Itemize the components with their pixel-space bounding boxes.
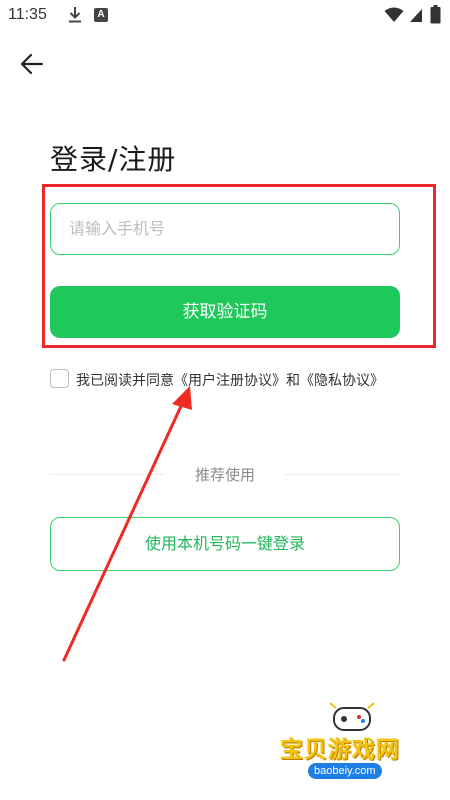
watermark-logo: 宝贝游戏网 baobeiy.com [268,700,438,796]
page-title: 登录/注册 [50,143,177,176]
agreement-prefix: 我已阅读并同意 [76,373,174,389]
privacy-policy-link[interactable]: 《隐私协议》 [300,373,384,389]
watermark-subtitle: baobeiy.com [308,763,382,779]
one-key-login-button[interactable]: 使用本机号码一键登录 [50,517,400,571]
download-icon [69,7,81,23]
back-button[interactable] [16,50,50,78]
watermark-title: 宝贝游戏网 [280,737,400,763]
signal-icon [410,9,422,22]
back-arrow-icon [20,53,44,75]
agreement-checkbox[interactable] [50,369,69,388]
divider-right [285,474,400,475]
battery-icon [430,5,441,24]
annotation-arrow [62,386,192,662]
user-agreement-link[interactable]: 《用户注册协议》 [174,373,286,389]
get-verification-code-button[interactable]: 获取验证码 [50,286,400,338]
agreement-text: 我已阅读并同意《用户注册协议》和《隐私协议》 [76,370,384,390]
gamepad-icon [329,702,375,731]
status-time: 11:35 [8,6,47,23]
phone-input-container[interactable] [50,203,400,255]
wifi-icon [384,7,404,22]
phone-number-input[interactable] [69,204,389,253]
a-letter-icon: A [94,8,108,22]
status-bar: 11:35 A [0,0,450,32]
agreement-conjunction: 和 [286,373,300,389]
